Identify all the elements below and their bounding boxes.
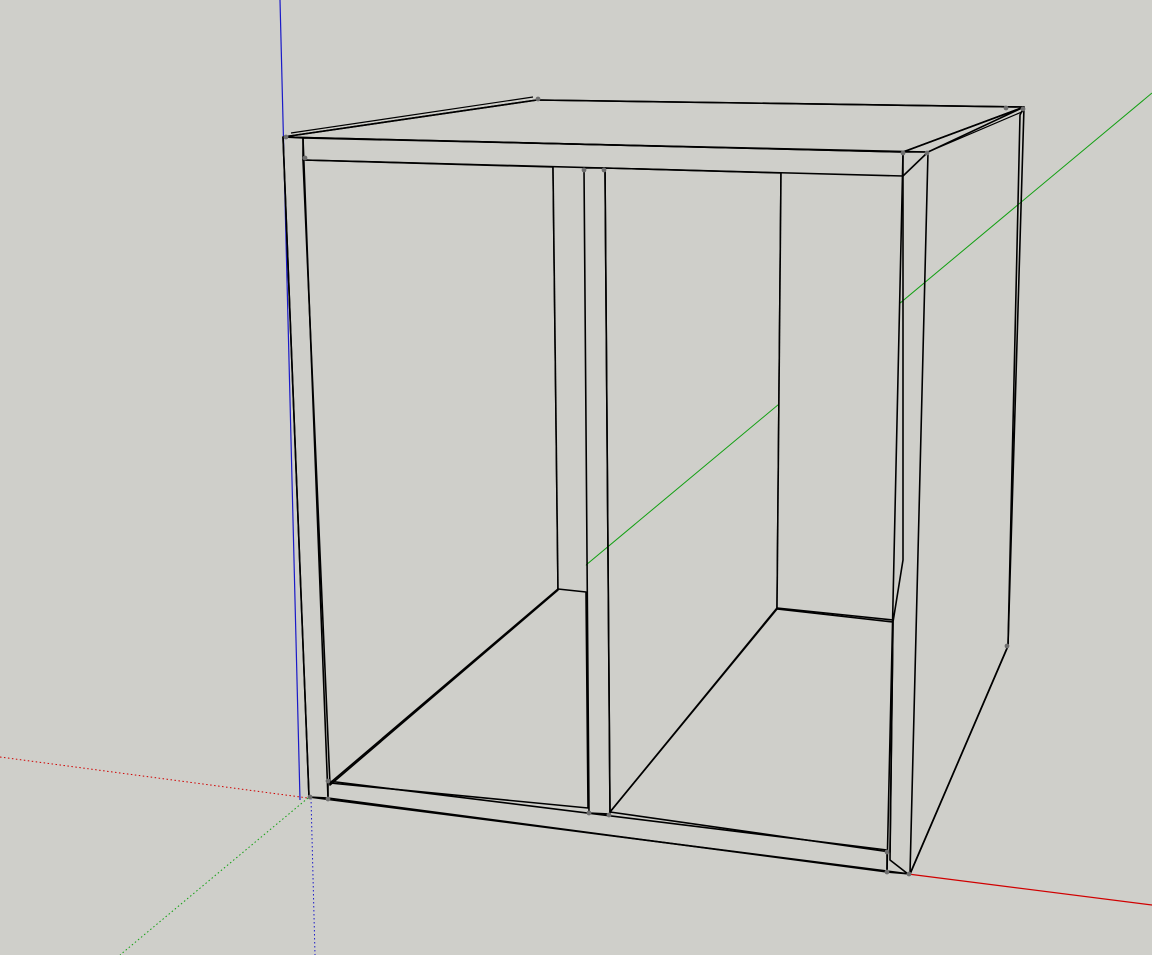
- model-viewport[interactable]: [0, 0, 1152, 955]
- vertex: [606, 812, 612, 818]
- vertex: [586, 810, 592, 816]
- vertex: [924, 150, 930, 156]
- vertex: [302, 155, 308, 161]
- vertex: [884, 849, 890, 855]
- vertex: [1004, 643, 1010, 649]
- vertex: [581, 167, 587, 173]
- vertex: [601, 167, 607, 173]
- vertex: [1020, 106, 1026, 112]
- vertex: [906, 871, 912, 877]
- vertex: [307, 794, 313, 800]
- scene-canvas[interactable]: [0, 0, 1152, 955]
- vertex: [535, 96, 541, 102]
- vertex: [283, 134, 289, 140]
- vertex: [900, 150, 906, 156]
- vertex: [1003, 105, 1009, 111]
- background-gap-right: [777, 173, 903, 622]
- vertex: [884, 869, 890, 875]
- vertex: [325, 778, 331, 784]
- vertex: [325, 796, 331, 802]
